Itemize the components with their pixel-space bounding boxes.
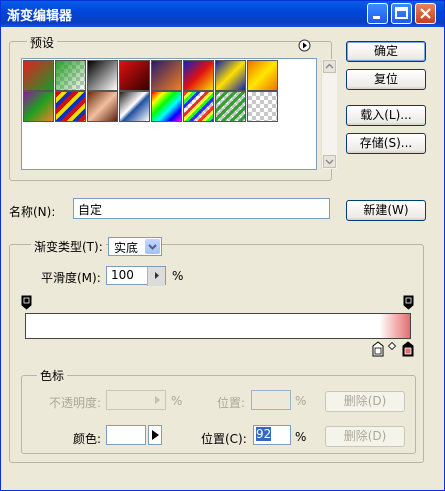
preset-swatch-list[interactable]: [21, 58, 337, 170]
opacity-stop-left[interactable]: [21, 295, 32, 310]
new-button[interactable]: 新建(W): [346, 200, 426, 221]
presets-label: 预设: [27, 34, 58, 51]
color-stop-selected[interactable]: [372, 341, 384, 357]
opacity-label: 不透明度:: [49, 396, 102, 410]
preset-swatch[interactable]: [87, 60, 118, 91]
smoothness-value: 100: [111, 268, 134, 282]
scroll-down-arrow-icon[interactable]: [323, 155, 336, 168]
smoothness-label: 平滑度(M):: [41, 271, 101, 285]
preset-swatch[interactable]: [215, 60, 246, 91]
name-label: 名称(N):: [9, 205, 56, 219]
preset-swatch[interactable]: [151, 60, 182, 91]
reset-button[interactable]: 复位: [346, 69, 426, 90]
opacity-field: [106, 390, 166, 410]
color-stops-legend: 色标: [37, 367, 68, 384]
preset-swatch[interactable]: [151, 91, 182, 122]
location-unit: %: [295, 430, 307, 444]
chevron-down-icon[interactable]: [145, 239, 160, 254]
maximize-icon: [395, 7, 408, 19]
preset-swatch[interactable]: [183, 91, 214, 122]
preset-swatch[interactable]: [119, 60, 150, 91]
ok-button[interactable]: 确定: [346, 41, 426, 62]
minimize-button[interactable]: [367, 3, 388, 24]
gradient-type-label: 渐变类型(T):: [31, 238, 106, 255]
preset-swatch[interactable]: [55, 60, 86, 91]
gradient-type-select[interactable]: 实底: [108, 237, 162, 256]
smoothness-unit: %: [172, 269, 184, 283]
preset-scrollbar[interactable]: [321, 59, 337, 169]
window-title: 渐变编辑器: [7, 9, 73, 24]
color-swatch[interactable]: [106, 425, 146, 445]
scroll-up-arrow-icon[interactable]: [323, 60, 336, 73]
close-button[interactable]: [415, 3, 436, 24]
save-button[interactable]: 存储(S)...: [346, 133, 426, 154]
smoothness-field[interactable]: 100: [106, 266, 166, 286]
load-button[interactable]: 载入(L)...: [346, 105, 426, 126]
name-field[interactable]: 自定: [73, 198, 330, 219]
maximize-button[interactable]: [391, 3, 412, 24]
color-label: 颜色:: [73, 432, 102, 446]
delete-color-stop-button: 删除(D): [325, 426, 405, 447]
preset-swatch[interactable]: [23, 91, 54, 122]
arrow-right-icon: [152, 430, 159, 440]
circle-arrow-icon[interactable]: [298, 39, 311, 52]
color-stop-right[interactable]: [402, 341, 414, 357]
location-unit-top: %: [295, 394, 307, 408]
location-field[interactable]: 92: [253, 425, 291, 445]
color-arrow-button[interactable]: [148, 425, 162, 445]
preset-swatch[interactable]: [183, 60, 214, 91]
close-icon: [420, 8, 431, 19]
title-bar[interactable]: 渐变编辑器: [1, 1, 444, 27]
opacity-stop-right[interactable]: [403, 295, 414, 310]
midpoint-diamond-icon[interactable]: [388, 342, 396, 350]
location-label-top: 位置:: [217, 396, 246, 410]
preset-swatch[interactable]: [119, 91, 150, 122]
delete-opacity-stop-button: 删除(D): [325, 391, 405, 412]
preset-swatch[interactable]: [87, 91, 118, 122]
opacity-arrow-icon: [155, 396, 160, 404]
preset-swatch[interactable]: [247, 60, 278, 91]
minimize-icon: [373, 16, 380, 19]
gradient-preview-bar[interactable]: [25, 313, 411, 339]
opacity-unit: %: [171, 394, 183, 408]
preset-swatch[interactable]: [215, 91, 246, 122]
preset-swatch[interactable]: [55, 91, 86, 122]
gradient-type-value: 实底: [114, 241, 139, 255]
smoothness-arrow-icon[interactable]: [147, 267, 165, 286]
gradient-editor-window: 渐变编辑器 预设 确定 复位 载入(L)... 存储(S)... 名称(N): …: [0, 0, 445, 491]
location-value: 92: [256, 427, 272, 441]
preset-swatch[interactable]: [247, 91, 278, 122]
opacity-location-field: [251, 390, 291, 410]
location-label: 位置(C):: [201, 432, 247, 446]
preset-swatch[interactable]: [23, 60, 54, 91]
